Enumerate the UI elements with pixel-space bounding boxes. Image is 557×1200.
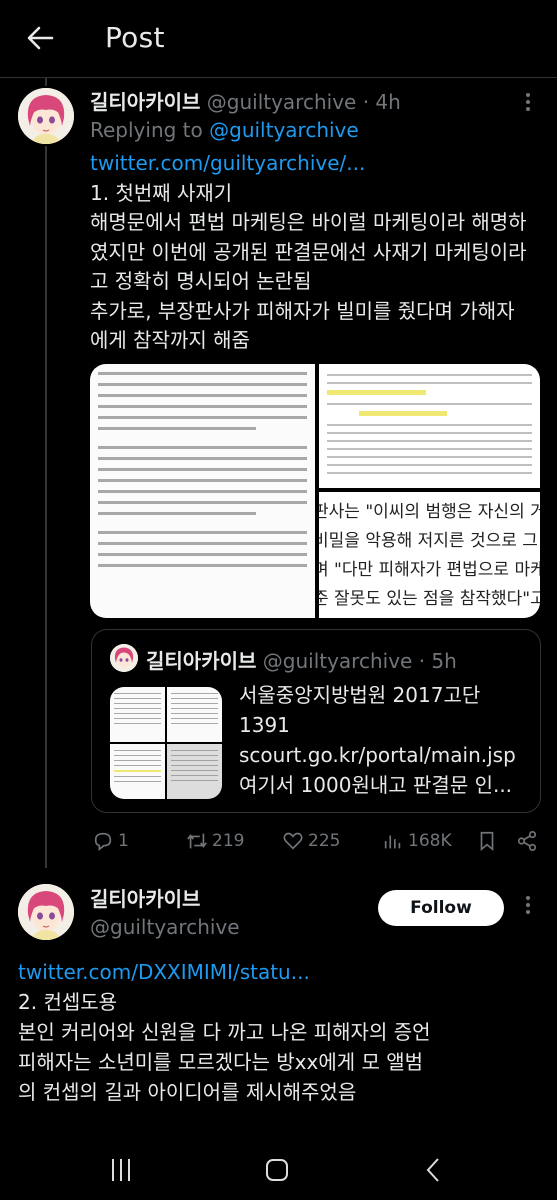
tweet-actions: 1 219 225 168K <box>90 825 540 857</box>
handle[interactable]: @guiltyarchive <box>207 90 357 114</box>
tweet-line: 였지만 이번에 공개된 판결문에선 사재기 마케팅이라 <box>90 239 527 264</box>
recent-apps-icon <box>112 1159 130 1181</box>
retweet-count: 219 <box>212 831 245 851</box>
avatar-image <box>18 884 74 940</box>
avatar[interactable] <box>18 884 74 940</box>
quoted-media-thumbnail[interactable] <box>110 687 222 799</box>
replying-to: Replying to @guiltyarchive <box>90 118 359 142</box>
chevron-left-icon <box>426 1158 439 1182</box>
tweet-link[interactable]: twitter.com/guiltyarchive/... <box>90 149 527 179</box>
view-count: 168K <box>408 831 452 851</box>
tweet-header: 길티아카이브 @guiltyarchive · 4h <box>90 86 401 115</box>
quoted-display-name: 길티아카이브 <box>146 649 257 673</box>
media-image-verdict[interactable] <box>319 364 540 488</box>
top-bar: Post <box>0 0 557 78</box>
quoted-timestamp: · 5h <box>418 649 457 673</box>
display-name[interactable]: 길티아카이브 <box>90 90 200 114</box>
tweet-line: 고 정확히 명시되어 논란됨 <box>90 269 312 293</box>
tweet-line: 의 컨셉의 길과 아이디어를 제시해주었음 <box>18 1080 357 1104</box>
more-options-button[interactable] <box>518 90 538 120</box>
quoted-avatar <box>110 644 138 672</box>
tweet2-body: twitter.com/DXXIMIMI/statu... 2. 컨셉도용 본인… <box>18 957 431 1107</box>
thread-line <box>45 146 47 868</box>
reply-button[interactable]: 1 <box>92 825 129 857</box>
tweet-line: 추가로, 부장판사가 피해자가 빌미를 줬다며 가해자 <box>90 298 515 323</box>
quoted-handle: @guiltyarchive <box>262 649 413 673</box>
views-button[interactable]: 168K <box>382 825 452 857</box>
tweet2-header: 길티아카이브 @guiltyarchive <box>90 885 240 941</box>
tweet-line: 1. 첫번째 사재기 <box>90 180 233 205</box>
quoted-header: 길티아카이브 @guiltyarchive · 5h <box>146 645 457 674</box>
reply-icon <box>94 832 112 851</box>
back-button[interactable] <box>22 20 58 56</box>
quoted-line: 여기서 1000원내고 판결문 인... <box>239 773 513 797</box>
like-button[interactable]: 225 <box>282 825 340 857</box>
heart-icon <box>283 832 303 850</box>
replying-handle-link[interactable]: @guiltyarchive <box>209 118 359 142</box>
share-button[interactable] <box>516 825 538 857</box>
retweet-button[interactable]: 219 <box>186 825 244 857</box>
retweet-icon <box>187 833 207 849</box>
display-name[interactable]: 길티아카이브 <box>90 885 240 913</box>
bookmark-icon <box>480 831 494 852</box>
media-image-statement[interactable] <box>90 364 315 618</box>
avatar[interactable] <box>18 88 74 144</box>
replying-label: Replying to <box>90 118 210 142</box>
quoted-line: 서울중앙지방법원 2017고단 <box>239 683 481 707</box>
quoted-line: 1391 <box>239 713 290 737</box>
tweet-line: 에게 참작까지 해줌 <box>90 328 250 352</box>
more-vertical-icon <box>518 93 538 111</box>
home-button[interactable] <box>257 1152 297 1188</box>
tweet-line: 해명문에서 편법 마케팅은 바이럴 마케팅이라 해명하 <box>90 210 527 234</box>
news-quote-line: 준 잘못도 있는 점을 참작했다"고 설명 <box>319 589 540 609</box>
more-options-button[interactable] <box>518 893 538 923</box>
tweet-link[interactable]: twitter.com/DXXIMIMI/statu... <box>18 957 431 987</box>
news-quote-line: 며 "다만 피해자가 편법으로 마케팅하 <box>319 560 540 580</box>
home-icon <box>266 1159 288 1181</box>
views-chart-icon <box>384 835 401 849</box>
system-nav-bar <box>0 1140 557 1200</box>
timestamp[interactable]: · 4h <box>363 90 401 114</box>
handle[interactable]: @guiltyarchive <box>90 913 240 941</box>
quoted-tweet[interactable]: 길티아카이브 @guiltyarchive · 5h 서울중앙지방법원 2017… <box>91 629 541 813</box>
share-icon <box>517 831 537 851</box>
more-vertical-icon <box>518 896 538 914</box>
quoted-text: 서울중앙지방법원 2017고단 1391 scourt.go.kr/portal… <box>239 680 516 800</box>
tweet-body: twitter.com/guiltyarchive/... 1. 첫번째 사재기… <box>90 149 527 356</box>
news-quote-text: 판사는 "이씨의 범행은 자신의 거래처 비밀을 악용해 저지른 것으로 그 죄… <box>319 492 540 614</box>
news-quote-line: 비밀을 악용해 저지른 것으로 그 죄질 <box>319 531 540 551</box>
reply-count: 1 <box>118 831 129 851</box>
bookmark-button[interactable] <box>476 825 498 857</box>
follow-button[interactable]: Follow <box>378 890 504 926</box>
like-count: 225 <box>308 831 341 851</box>
tweet-line: 2. 컨셉도용 <box>18 990 118 1014</box>
recent-apps-button[interactable] <box>101 1152 141 1188</box>
quoted-line: scourt.go.kr/portal/main.jsp <box>239 743 516 767</box>
media-image-news-quote[interactable]: 판사는 "이씨의 범행은 자신의 거래처 비밀을 악용해 저지른 것으로 그 죄… <box>319 492 540 618</box>
thread-line-top <box>45 78 47 86</box>
avatar-image <box>18 88 74 144</box>
media-grid: 판사는 "이씨의 범행은 자신의 거래처 비밀을 악용해 저지른 것으로 그 죄… <box>90 364 540 618</box>
page-title: Post <box>105 21 165 54</box>
tweet-line: 본인 커리어와 신원을 다 까고 나온 피해자의 증언 <box>18 1020 431 1044</box>
tweet-line: 피해자는 소년미를 모르겠다는 방xx에게 모 앨범 <box>18 1050 424 1074</box>
system-back-button[interactable] <box>414 1152 454 1188</box>
news-quote-line: 판사는 "이씨의 범행은 자신의 거래처 <box>319 502 540 522</box>
arrow-left-icon <box>27 26 54 50</box>
